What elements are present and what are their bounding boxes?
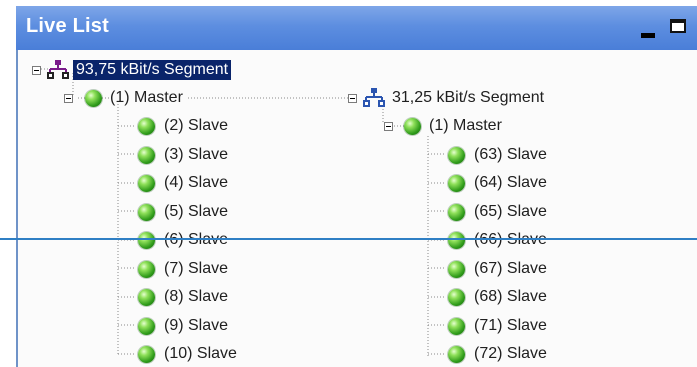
slave-node[interactable]: (7) Slave — [138, 256, 231, 282]
slave-node[interactable]: (6) Slave — [138, 227, 231, 253]
segment-node-31k[interactable]: 31,25 kBit/s Segment — [348, 85, 547, 111]
green-ball-icon — [138, 317, 155, 335]
green-ball-icon — [448, 260, 465, 278]
collapse-icon[interactable] — [348, 93, 357, 103]
slave-label: (4) Slave — [164, 174, 229, 191]
slave-node[interactable]: (63) Slave — [448, 142, 550, 168]
live-list-window: Live List 93,75 kBit/s Segment (1) Maste… — [16, 6, 697, 367]
green-ball-icon — [404, 117, 421, 135]
green-ball-icon — [138, 174, 155, 192]
title-bar: Live List — [16, 6, 697, 50]
horizontal-divider-line — [0, 238, 697, 240]
slave-node[interactable]: (67) Slave — [448, 256, 550, 282]
segment-label: 31,25 kBit/s Segment — [392, 89, 545, 106]
maximize-button[interactable] — [668, 14, 692, 38]
slave-node[interactable]: (2) Slave — [138, 113, 231, 139]
slave-node[interactable]: (68) Slave — [448, 284, 550, 310]
green-ball-icon — [448, 288, 465, 306]
slave-label: (2) Slave — [164, 117, 229, 134]
master-node[interactable]: (1) Master — [384, 113, 505, 139]
segment-label: 93,75 kBit/s Segment — [73, 60, 232, 80]
network-icon — [363, 88, 385, 107]
green-ball-icon — [138, 345, 155, 363]
slave-label: (64) Slave — [474, 174, 547, 191]
slave-node[interactable]: (10) Slave — [138, 341, 240, 367]
slave-label: (65) Slave — [474, 203, 547, 220]
minimize-button[interactable] — [636, 16, 662, 40]
slave-label: (72) Slave — [474, 345, 547, 362]
slave-node[interactable]: (5) Slave — [138, 199, 231, 225]
green-ball-icon — [138, 231, 155, 249]
master-node[interactable]: (1) Master — [64, 85, 186, 111]
slave-node[interactable]: (8) Slave — [138, 284, 231, 310]
green-ball-icon — [138, 146, 155, 164]
window-title: Live List — [26, 15, 109, 37]
network-icon — [47, 60, 69, 79]
master-label: (1) Master — [110, 89, 183, 106]
slave-label: (3) Slave — [164, 146, 229, 163]
slave-label: (5) Slave — [164, 203, 229, 220]
green-ball-icon — [448, 231, 465, 249]
slave-node[interactable]: (64) Slave — [448, 170, 550, 196]
green-ball-icon — [138, 260, 155, 278]
segment-node-93k[interactable]: 93,75 kBit/s Segment — [32, 57, 232, 83]
slave-label: (66) Slave — [471, 230, 550, 250]
green-ball-icon — [448, 146, 465, 164]
slave-node[interactable]: (9) Slave — [138, 313, 231, 339]
green-ball-icon — [448, 203, 465, 221]
slave-label: (67) Slave — [474, 260, 547, 277]
green-ball-icon — [448, 345, 465, 363]
slave-node[interactable]: (3) Slave — [138, 142, 231, 168]
green-ball-icon — [138, 203, 155, 221]
slave-label: (6) Slave — [161, 230, 231, 250]
collapse-icon[interactable] — [32, 65, 41, 75]
green-ball-icon — [85, 89, 102, 107]
master-label: (1) Master — [429, 117, 502, 134]
slave-label: (10) Slave — [164, 345, 237, 362]
slave-label: (63) Slave — [474, 146, 547, 163]
green-ball-icon — [138, 288, 155, 306]
slave-label: (9) Slave — [164, 317, 229, 334]
green-ball-icon — [448, 317, 465, 335]
slave-node[interactable]: (66) Slave — [448, 227, 550, 253]
slave-label: (8) Slave — [164, 288, 229, 305]
slave-node[interactable]: (72) Slave — [448, 341, 550, 367]
slave-node[interactable]: (71) Slave — [448, 313, 550, 339]
collapse-icon[interactable] — [64, 93, 73, 103]
slave-node[interactable]: (65) Slave — [448, 199, 550, 225]
slave-label: (7) Slave — [164, 260, 229, 277]
collapse-icon[interactable] — [384, 121, 393, 131]
slave-label: (68) Slave — [474, 288, 547, 305]
slave-label: (71) Slave — [474, 317, 547, 334]
green-ball-icon — [448, 174, 465, 192]
live-list-tree: 93,75 kBit/s Segment (1) Master (2) Slav… — [16, 50, 697, 367]
green-ball-icon — [138, 117, 155, 135]
slave-node[interactable]: (4) Slave — [138, 170, 231, 196]
